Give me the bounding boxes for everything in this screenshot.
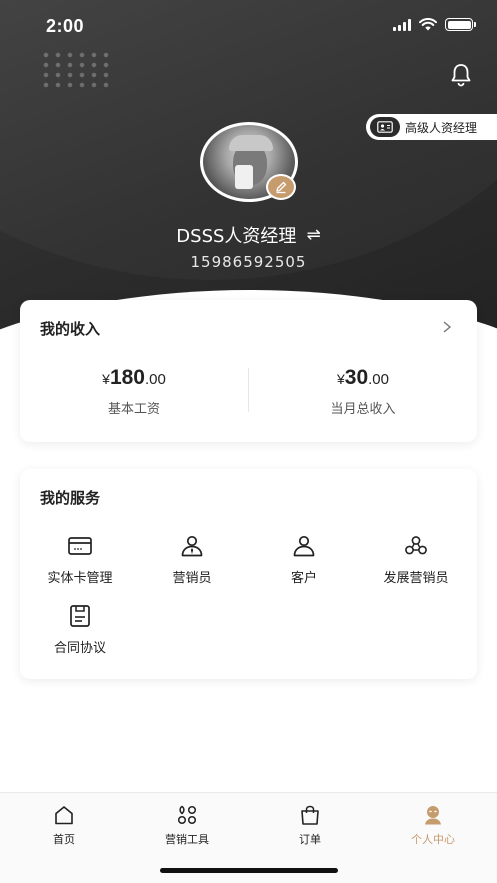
income-label: 当月总收入 — [330, 402, 396, 417]
income-basic-salary: ¥180.00 基本工资 — [20, 366, 248, 417]
battery-icon — [445, 18, 476, 31]
service-label: 合同协议 — [53, 641, 106, 656]
contract-icon — [70, 605, 90, 627]
income-monthly-total: ¥30.00 当月总收入 — [249, 366, 477, 417]
chevron-right-icon[interactable] — [441, 320, 453, 334]
status-time: 2:00 — [46, 16, 85, 36]
username: DSSS人资经理 — [176, 226, 297, 247]
bell-icon[interactable] — [448, 62, 474, 88]
income-label: 基本工资 — [107, 402, 160, 417]
service-develop-salesperson[interactable]: 发展营销员 — [361, 535, 471, 586]
income-title: 我的收入 — [40, 320, 101, 338]
pencil-icon — [276, 181, 287, 194]
service-label: 实体卡管理 — [47, 571, 113, 586]
income-card[interactable]: 我的收入 ¥180.00 基本工资 ¥30.00 当月总收入 — [20, 300, 477, 442]
tab-marketing-tools[interactable]: 营销工具 — [147, 805, 227, 847]
username-row[interactable]: DSSS人资经理 ⇌ — [0, 222, 497, 248]
service-salesperson[interactable]: 营销员 — [137, 535, 247, 586]
services-title: 我的服务 — [40, 489, 101, 507]
home-indicator — [160, 868, 338, 873]
wifi-icon — [419, 18, 437, 31]
tab-personal-center[interactable]: 个人中心 — [393, 805, 473, 847]
signal-icon — [393, 18, 411, 31]
decorative-dots — [40, 50, 110, 90]
tab-home[interactable]: 首页 — [24, 805, 104, 847]
status-bar: 2:00 — [0, 0, 497, 54]
profile-icon — [425, 806, 441, 825]
services-card: 我的服务 实体卡管理 营销员 客户 发展营销员 合同协议 — [20, 469, 477, 679]
service-label: 发展营销员 — [383, 571, 449, 586]
role-badge: 高级人资经理 — [366, 114, 497, 140]
tab-label: 首页 — [53, 833, 75, 846]
tools-icon — [177, 805, 197, 825]
tab-label: 个人中心 — [411, 833, 455, 846]
phone-number: 15986592505 — [190, 253, 307, 271]
edit-avatar-button[interactable] — [266, 174, 296, 200]
role-badge-label: 高级人资经理 — [405, 120, 478, 135]
card-icon — [68, 537, 92, 555]
tab-label: 营销工具 — [165, 833, 209, 846]
tab-orders[interactable]: 订单 — [270, 805, 350, 847]
avatar-container[interactable] — [200, 122, 298, 202]
tab-label: 订单 — [299, 833, 321, 846]
salesperson-icon — [181, 535, 203, 557]
income-amount: ¥180.00 — [102, 366, 166, 389]
income-amount: ¥30.00 — [336, 366, 389, 389]
service-customer[interactable]: 客户 — [249, 535, 359, 586]
switch-account-icon[interactable]: ⇌ — [306, 225, 320, 245]
team-icon — [405, 536, 427, 555]
customer-icon — [293, 535, 315, 557]
service-label: 客户 — [290, 571, 317, 586]
id-card-icon — [370, 117, 400, 137]
bag-icon — [301, 805, 319, 825]
service-contract[interactable]: 合同协议 — [25, 605, 135, 656]
home-icon — [55, 806, 73, 825]
service-label: 营销员 — [172, 571, 212, 586]
service-card-management[interactable]: 实体卡管理 — [25, 535, 135, 586]
